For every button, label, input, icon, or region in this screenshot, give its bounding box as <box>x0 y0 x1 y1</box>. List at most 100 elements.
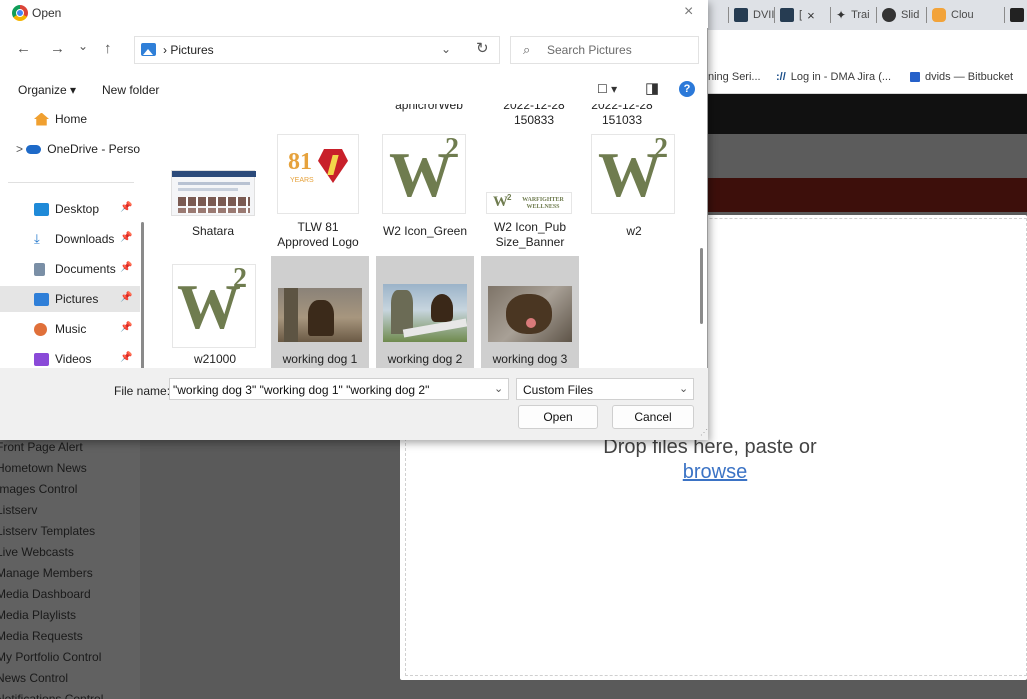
file-item-working-dog-3[interactable]: working dog 3 <box>481 256 579 368</box>
pictures-folder-icon <box>141 43 156 56</box>
github-icon <box>882 8 896 22</box>
nav-item-live-webcasts[interactable]: Live Webcasts <box>0 542 140 563</box>
preview-pane-icon[interactable]: ◨ <box>645 79 659 97</box>
nav-item-hometown-news[interactable]: Hometown News <box>0 458 140 479</box>
nav-divider <box>8 182 134 183</box>
refresh-icon[interactable]: ↻ <box>476 39 489 57</box>
file-name-combo[interactable]: ⌄ <box>169 378 509 400</box>
pin-icon[interactable]: 📌 <box>120 232 132 243</box>
address-bar[interactable]: › Pictures ⌄ <box>134 36 500 64</box>
open-button[interactable]: Open <box>518 405 598 429</box>
address-dropdown-icon[interactable]: ⌄ <box>441 42 451 56</box>
dialog-title: Open <box>32 6 62 20</box>
videos-icon <box>34 352 49 366</box>
breadcrumb[interactable]: › Pictures <box>163 43 214 57</box>
new-folder-button[interactable]: New folder <box>102 83 159 97</box>
nav-item-downloads[interactable]: ⤓ Downloads 📌 <box>0 226 140 252</box>
music-icon <box>34 322 47 336</box>
search-input[interactable] <box>547 41 687 59</box>
search-box[interactable]: ⌕ <box>510 36 699 64</box>
nav-item-images-control[interactable]: Images Control <box>0 479 140 500</box>
view-menu-icon[interactable]: ☐ ▾ <box>597 82 617 96</box>
dog2-photo-thumbnail <box>383 284 468 342</box>
file-item[interactable]: 2022-12-28 150833 <box>485 104 583 134</box>
browser-tab[interactable]: Slid <box>875 5 919 25</box>
pin-icon[interactable]: 📌 <box>120 292 132 303</box>
cancel-button[interactable]: Cancel <box>612 405 694 429</box>
chevron-down-icon[interactable]: ⌄ <box>494 382 503 395</box>
file-name-input[interactable] <box>173 382 488 397</box>
browser-tab[interactable]: DVII <box>727 5 774 25</box>
pin-icon[interactable]: 📌 <box>120 262 132 273</box>
bookmark-item[interactable]: dvids — Bitbucket <box>910 71 1013 83</box>
w2-thumbnail: W 2 <box>591 133 675 214</box>
help-icon[interactable]: ? <box>679 81 695 97</box>
organize-button[interactable]: Organize ▾ <box>18 83 76 97</box>
tab-close-icon[interactable]: × <box>807 8 815 23</box>
nav-item-documents[interactable]: Documents 📌 <box>0 256 140 282</box>
expand-chevron-icon[interactable]: > <box>16 142 26 156</box>
browse-link[interactable]: browse <box>560 461 870 484</box>
file-item-tlw81-logo[interactable]: 81 YEARS TLW 81 Approved Logo <box>269 132 367 258</box>
dvids-icon <box>780 8 794 22</box>
file-item-w21000[interactable]: W 2 w21000 <box>166 256 264 368</box>
file-name-area: File name: ⌄ Custom Files ⌄ Open Cancel … <box>0 368 708 440</box>
file-item-w2-banner[interactable]: W 2 WARFIGHTER WELLNESS W2 Icon_Pub Size… <box>481 132 579 258</box>
nav-item-media-dashboard[interactable]: Media Dashboard <box>0 584 140 605</box>
nav-item-music[interactable]: Music 📌 <box>0 316 140 342</box>
pin-icon[interactable]: 📌 <box>120 352 132 363</box>
nav-item-manage-members[interactable]: Manage Members <box>0 563 140 584</box>
bookmark-item[interactable]: :// Log in - DMA Jira (... <box>776 71 891 83</box>
file-item-w2-icon-green[interactable]: W 2 W2 Icon_Green <box>376 132 474 242</box>
home-icon <box>34 112 49 126</box>
site-nav-list: Front Page Alert Hometown News Images Co… <box>0 437 140 699</box>
dialog-title-bar: Open × <box>0 0 708 28</box>
recent-locations-chevron-icon[interactable]: ⌄ <box>78 39 88 53</box>
nav-item-desktop[interactable]: Desktop 📌 <box>0 196 140 222</box>
file-item-working-dog-2[interactable]: working dog 2 <box>376 256 474 368</box>
screenshot-thumbnail <box>171 170 256 216</box>
nav-item-news-control[interactable]: News Control <box>0 668 140 689</box>
up-arrow-icon[interactable]: ↑ <box>104 40 112 57</box>
chevron-down-icon[interactable]: ⌄ <box>679 382 688 395</box>
file-item-w2[interactable]: W 2 w2 <box>585 132 683 242</box>
nav-item-home[interactable]: Home <box>0 106 140 132</box>
pin-icon[interactable]: 📌 <box>120 202 132 213</box>
nav-item-my-portfolio-control[interactable]: My Portfolio Control <box>0 647 140 668</box>
file-item[interactable]: apnicrorWeb <box>380 104 478 126</box>
resize-grip-icon[interactable]: ⋰ <box>700 428 708 437</box>
file-list-scrollbar[interactable] <box>700 248 703 324</box>
file-item-working-dog-1[interactable]: working dog 1 <box>271 256 369 368</box>
nav-item-pictures[interactable]: Pictures 📌 <box>0 286 140 312</box>
w2-thumbnail: W 2 <box>382 133 466 214</box>
nav-item-notifications-control[interactable]: Notifications Control <box>0 689 140 699</box>
dvids-icon <box>734 8 748 22</box>
w2-banner-thumbnail: W 2 WARFIGHTER WELLNESS <box>486 192 572 214</box>
close-icon[interactable]: × <box>684 3 693 21</box>
open-file-dialog: Open × ← → ⌄ ↑ › Pictures ⌄ ↻ ⌕ Organize… <box>0 0 708 440</box>
nav-pane-scrollbar[interactable] <box>141 222 144 382</box>
nav-item-media-requests[interactable]: Media Requests <box>0 626 140 647</box>
back-arrow-icon[interactable]: ← <box>16 40 31 57</box>
browser-tab[interactable]: ✦ Trai <box>830 5 870 25</box>
file-type-select[interactable]: Custom Files ⌄ <box>516 378 694 400</box>
nav-item-listserv[interactable]: Listserv <box>0 500 140 521</box>
search-icon: ⌕ <box>523 42 531 57</box>
browser-tab[interactable]: Clou <box>926 5 974 25</box>
nav-item-media-playlists[interactable]: Media Playlists <box>0 605 140 626</box>
forward-arrow-icon[interactable]: → <box>50 40 65 57</box>
download-icon: ⤓ <box>34 231 40 246</box>
chrome-icon <box>12 5 28 21</box>
nav-item-listserv-templates[interactable]: Listserv Templates <box>0 521 140 542</box>
pin-icon[interactable]: 📌 <box>120 322 132 333</box>
address-row: ← → ⌄ ↑ › Pictures ⌄ ↻ ⌕ <box>0 30 708 70</box>
browser-tab-active[interactable]: [ × <box>774 5 815 25</box>
pictures-icon <box>34 292 49 306</box>
file-item[interactable]: 2022-12-28 151033 <box>573 104 671 134</box>
file-item-shatara[interactable]: Shatara <box>164 132 262 242</box>
browser-tab[interactable] <box>1004 5 1024 25</box>
desktop-icon <box>34 202 49 216</box>
bookmark-item[interactable]: ning Seri... <box>708 71 761 83</box>
nav-item-onedrive[interactable]: > OneDrive - Perso <box>0 136 140 162</box>
nav-item-front-page-alert[interactable]: Front Page Alert <box>0 437 140 458</box>
